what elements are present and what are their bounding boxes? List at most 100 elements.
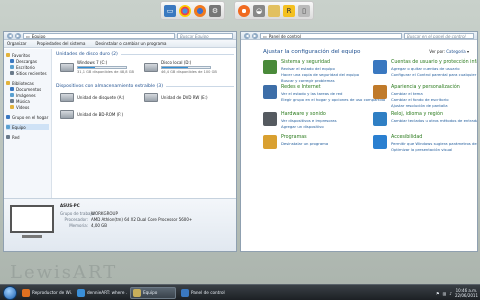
category-link[interactable]: Cambiar el fondo de escritorio [391,97,460,102]
category-icon[interactable] [373,85,387,99]
monitor-icon[interactable]: ▭ [164,4,176,17]
sidebar-item-label: Equipo [12,124,26,130]
category-link[interactable]: Elegir grupo en el hogar y opciones de u… [281,97,385,102]
back-button[interactable]: ◀ [7,32,13,39]
folder-icon [10,71,14,75]
sidebar-item-label: Imágenes [16,92,36,98]
category-icon[interactable] [263,60,277,74]
drive-c[interactable]: Windows 7 (C:) 31,1 GB disponibles de 48… [60,60,134,74]
drive-d-usage-bar [161,66,211,69]
volume-icon[interactable]: ♪ [449,291,452,296]
flag-icon[interactable]: ⚑ [436,291,440,296]
drive-d[interactable]: Disco local (D:) 46,4 GB disponibles de … [144,60,217,74]
cp-search-input[interactable]: Buscar en el panel de control [404,32,474,39]
uninstall-program-button[interactable]: Desinstalar o cambiar un programa [95,41,166,46]
category-link[interactable]: Cambiar el tema [391,91,460,96]
control-panel-window: ◀ ▶ ▭ Panel de control Buscar en el pane… [240,31,478,252]
category-title[interactable]: Programas [281,135,328,140]
category-link[interactable]: Buscar y corregir problemas [281,78,359,83]
category-icon[interactable] [373,112,387,126]
group-removable: Dispositivos con almacenamiento extraíbl… [56,83,234,89]
category-title[interactable]: Redes e Internet [281,85,385,90]
cp-address-field[interactable]: ▭ Panel de control [260,32,402,39]
details-pane: ASUS-PC Grupo de trabajo: WORKGROUP Proc… [4,198,236,251]
category-title[interactable]: Accesibilidad [391,135,477,140]
category-item: Reloj, idioma y región Cambiar teclados u… [373,112,477,126]
folder-icon[interactable] [268,4,280,17]
cp-address-text: Panel de control [268,33,301,39]
category-link[interactable]: Revisar el estado del equipo [281,66,359,71]
category-title[interactable]: Hardware y sonido [281,112,337,117]
back-button[interactable]: ◀ [244,32,250,39]
start-button[interactable] [3,285,17,300]
drive-dvd[interactable]: Unidad de DVD RW (E:) [144,93,208,102]
category-title[interactable]: Apariencia y personalización [391,85,460,90]
category-link[interactable]: Permitir que Windows sugiera parámetros … [391,141,477,146]
category-link[interactable]: Ajustar resolución de pantalla [391,103,460,108]
r-icon[interactable]: R [283,4,295,17]
folder-icon [10,105,14,109]
taskbar-button[interactable]: Panel de control [179,287,231,299]
bd-drive-icon [60,110,74,119]
taskbar-button[interactable]: Equipo [130,286,176,299]
system-properties-button[interactable]: Propiedades del sistema [37,41,86,46]
detail-row: Procesador: AMD Athlon(tm) 64 X2 Dual Co… [64,217,193,222]
category-icon[interactable] [263,112,277,126]
folder-icon [6,81,10,85]
dvd-drive-icon [144,93,158,102]
media-player-icon[interactable] [238,4,250,17]
organize-button[interactable]: Organizar [7,41,27,46]
category-title[interactable]: Cuentas de usuario y protección infantil [391,60,477,65]
taskbar-button[interactable]: Reproductor de Wi... [20,287,72,299]
category-link[interactable]: Configurar el Control parental para cual… [391,72,477,77]
taskbar-button-label: Reproductor de Wi... [32,290,72,295]
sidebar-item-label: Grupo en el hogar [12,114,49,120]
category-link[interactable]: Optimizar la presentación visual [391,147,477,152]
drive-d-name: Disco local (D:) [161,60,192,65]
detail-row: Memoria: 4,00 GB [69,223,108,228]
taskbar-button-label: dennieART: where ... [87,290,127,295]
view-by: Ver por: Categoría ▾ [429,49,469,54]
category-link[interactable]: Agregar o quitar cuentas de usuario [391,66,477,71]
category-link[interactable]: Desinstalar un programa [281,141,328,146]
folder-icon [10,65,14,69]
clock-date: 22/06/2011 [454,293,478,298]
firefox-icon[interactable] [194,4,206,17]
view-by-dropdown[interactable]: Categoría [446,49,465,54]
category-icon[interactable] [263,135,277,149]
chrome-icon[interactable] [179,4,191,17]
taskbar-app-icon [133,288,141,297]
category-link[interactable]: Hacer una copia de seguridad del equipo [281,72,359,77]
drive-floppy[interactable]: Unidad de disquete (A:) [60,93,124,102]
drive-bd[interactable]: Unidad de BD-ROM (F:) [60,110,123,119]
trash-icon[interactable]: ▯ [298,4,310,17]
category-title[interactable]: Reloj, idioma y región [391,112,477,117]
network-icon[interactable]: ▥ [443,291,447,296]
clock[interactable]: 10:46 a.m. 22/06/2011 [455,288,478,298]
taskbar-button[interactable]: dennieART: where ... [75,287,127,299]
view-by-label: Ver por: [429,49,445,54]
controller-icon[interactable]: ◒ [253,4,265,17]
category-link[interactable]: Cambiar teclados u otros métodos de entr… [391,118,477,123]
category-title[interactable]: Sistema y seguridad [281,60,359,65]
sidebar-item[interactable]: Red [6,134,49,140]
category-icon[interactable] [263,85,277,99]
category-item: Redes e Internet Ver el estado y las tare… [263,85,385,102]
explorer-search-input[interactable]: Buscar Equipo [177,32,233,39]
forward-button[interactable]: ▶ [252,32,258,39]
category-link[interactable]: Agregar un dispositivo [281,124,337,129]
control-panel-icon: ▭ [263,33,267,39]
sidebar-item[interactable]: Grupo en el hogar [6,114,49,120]
taskbar-button-label: Panel de control [191,290,225,295]
explorer-address-field[interactable]: ▭ Equipo [23,32,175,39]
category-item: Accesibilidad Permitir que Windows sugier… [373,135,477,152]
category-item: Cuentas de usuario y protección infantil… [373,60,477,77]
category-link[interactable]: Ver dispositivos e impresoras [281,118,337,123]
drive-e-name: Unidad de DVD RW (E:) [161,95,208,100]
settings-icon[interactable]: ⚙ [209,4,221,17]
category-link[interactable]: Ver el estado y las tareas de red [281,91,385,96]
category-icon[interactable] [373,135,387,149]
category-icon[interactable] [373,60,387,74]
forward-button[interactable]: ▶ [15,32,21,39]
drive-c-usage-bar [77,66,127,69]
